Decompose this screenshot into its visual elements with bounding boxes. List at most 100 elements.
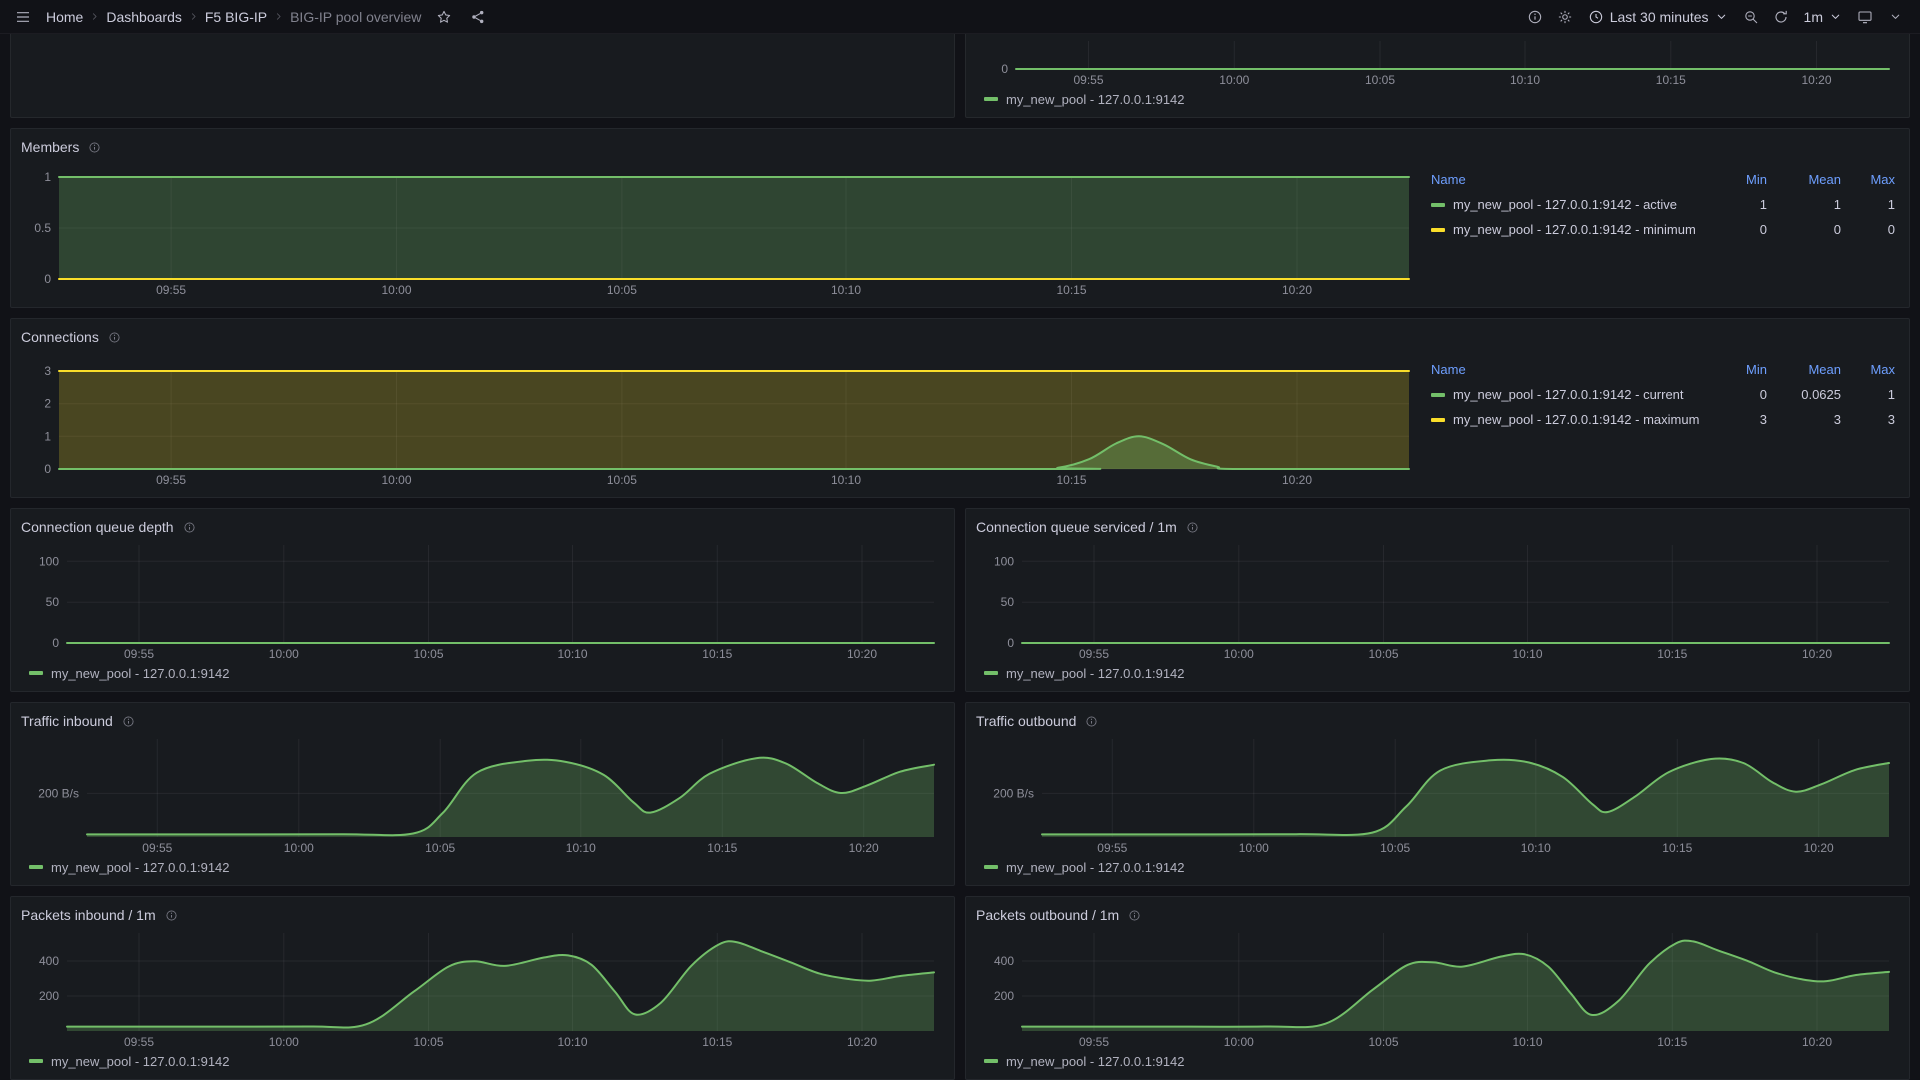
info-icon[interactable] bbox=[108, 331, 121, 344]
panel-title-traffic-inbound[interactable]: Traffic inbound bbox=[21, 713, 113, 729]
legend-col-min[interactable]: Min bbox=[1707, 172, 1767, 187]
breadcrumb-folder[interactable]: F5 BIG-IP bbox=[203, 9, 269, 25]
series-toggle[interactable]: my_new_pool - 127.0.0.1:9142 - maximum bbox=[1431, 412, 1707, 427]
series-toggle[interactable]: my_new_pool - 127.0.0.1:9142 - current bbox=[1431, 387, 1707, 402]
legend: my_new_pool - 127.0.0.1:9142 bbox=[976, 663, 1899, 683]
panel-title-traffic-outbound[interactable]: Traffic outbound bbox=[976, 713, 1076, 729]
connection-queue-serviced-chart[interactable]: 09:5510:0010:0510:1010:1510:20050100 bbox=[976, 539, 1899, 663]
share-icon[interactable] bbox=[465, 4, 491, 30]
dashboard-info-icon[interactable] bbox=[1522, 4, 1548, 30]
series-toggle[interactable]: my_new_pool - 127.0.0.1:9142 - minimum bbox=[1431, 222, 1707, 237]
stat-mean: 1 bbox=[1767, 197, 1841, 212]
series-legend-label[interactable]: my_new_pool - 127.0.0.1:9142 bbox=[1006, 92, 1185, 107]
series-name: my_new_pool - 127.0.0.1:9142 - minimum bbox=[1453, 222, 1696, 237]
traffic-inbound-chart[interactable]: 09:5510:0010:0510:1010:1510:20200 B/s bbox=[21, 733, 944, 857]
panel-title-connections[interactable]: Connections bbox=[21, 329, 99, 345]
legend: my_new_pool - 127.0.0.1:9142 bbox=[21, 1051, 944, 1071]
legend-col-max[interactable]: Max bbox=[1841, 362, 1895, 377]
info-icon[interactable] bbox=[1085, 715, 1098, 728]
monitor-icon[interactable] bbox=[1852, 4, 1878, 30]
partial-chart[interactable]: 09:5510:0010:0510:1010:1510:200 bbox=[976, 37, 1899, 89]
info-icon[interactable] bbox=[122, 715, 135, 728]
svg-text:10:05: 10:05 bbox=[425, 841, 455, 855]
svg-text:10:10: 10:10 bbox=[831, 473, 861, 487]
panel-header: Traffic outbound bbox=[976, 711, 1899, 731]
time-range-picker[interactable]: Last 30 minutes bbox=[1582, 4, 1734, 30]
series-color-marker bbox=[1431, 203, 1445, 207]
panel-title-connection-queue-depth[interactable]: Connection queue depth bbox=[21, 519, 174, 535]
legend-col-max[interactable]: Max bbox=[1841, 172, 1895, 187]
series-legend-label[interactable]: my_new_pool - 127.0.0.1:9142 bbox=[1006, 666, 1185, 681]
series-legend-label[interactable]: my_new_pool - 127.0.0.1:9142 bbox=[51, 860, 230, 875]
panel-header: Traffic inbound bbox=[21, 711, 944, 731]
series-legend-label[interactable]: my_new_pool - 127.0.0.1:9142 bbox=[51, 666, 230, 681]
svg-text:10:20: 10:20 bbox=[849, 841, 879, 855]
connection-queue-depth-chart[interactable]: 09:5510:0010:0510:1010:1510:20050100 bbox=[21, 539, 944, 663]
legend: my_new_pool - 127.0.0.1:9142 bbox=[976, 1051, 1899, 1071]
svg-text:10:15: 10:15 bbox=[707, 841, 737, 855]
stat-min: 1 bbox=[1707, 197, 1767, 212]
svg-text:10:20: 10:20 bbox=[1282, 283, 1312, 297]
legend-col-name[interactable]: Name bbox=[1431, 172, 1707, 187]
connections-chart[interactable]: 09:5510:0010:0510:1010:1510:200123 bbox=[21, 349, 1419, 489]
members-chart[interactable]: 09:5510:0010:0510:1010:1510:2000.51 bbox=[21, 159, 1419, 299]
panel-connections: Connections 09:5510:0010:0510:1010:1510:… bbox=[10, 318, 1910, 498]
packets-outbound-chart[interactable]: 09:5510:0010:0510:1010:1510:20200400 bbox=[976, 927, 1899, 1051]
svg-text:10:05: 10:05 bbox=[413, 647, 443, 661]
members-legend-table: Name Min Mean Max my_new_pool - 127.0.0.… bbox=[1419, 159, 1899, 299]
info-icon[interactable] bbox=[1186, 521, 1199, 534]
svg-text:10:05: 10:05 bbox=[413, 1035, 443, 1049]
info-icon[interactable] bbox=[1128, 909, 1141, 922]
series-color-marker bbox=[984, 1059, 998, 1063]
star-icon[interactable] bbox=[431, 4, 457, 30]
svg-text:200: 200 bbox=[39, 989, 59, 1003]
dashboard-canvas: 09:5510:0010:0510:1010:1510:200 my_new_p… bbox=[0, 34, 1920, 1080]
svg-text:200: 200 bbox=[994, 989, 1014, 1003]
breadcrumb-home[interactable]: Home bbox=[44, 9, 85, 25]
svg-text:10:05: 10:05 bbox=[1368, 647, 1398, 661]
legend-col-mean[interactable]: Mean bbox=[1767, 172, 1841, 187]
panel-title-members[interactable]: Members bbox=[21, 139, 79, 155]
svg-text:0: 0 bbox=[1007, 636, 1014, 650]
panel-header: Connection queue depth bbox=[21, 517, 944, 537]
chevron-down-icon bbox=[1715, 10, 1728, 23]
series-legend-label[interactable]: my_new_pool - 127.0.0.1:9142 bbox=[51, 1054, 230, 1069]
legend: my_new_pool - 127.0.0.1:9142 bbox=[976, 857, 1899, 877]
info-icon[interactable] bbox=[88, 141, 101, 154]
refresh-icon[interactable] bbox=[1768, 4, 1794, 30]
panel-header: Connections bbox=[21, 327, 1899, 347]
menu-toggle-icon[interactable] bbox=[10, 4, 36, 30]
chevron-right-icon bbox=[188, 11, 199, 22]
breadcrumb-dashboards[interactable]: Dashboards bbox=[104, 9, 184, 25]
legend-col-name[interactable]: Name bbox=[1431, 362, 1707, 377]
panel-traffic-outbound: Traffic outbound 09:5510:0010:0510:1010:… bbox=[965, 702, 1910, 886]
refresh-interval-picker[interactable]: 1m bbox=[1798, 4, 1848, 30]
zoom-out-icon[interactable] bbox=[1738, 4, 1764, 30]
gear-icon[interactable] bbox=[1552, 4, 1578, 30]
svg-text:0.5: 0.5 bbox=[34, 221, 51, 235]
series-legend-label[interactable]: my_new_pool - 127.0.0.1:9142 bbox=[1006, 1054, 1185, 1069]
traffic-outbound-chart[interactable]: 09:5510:0010:0510:1010:1510:20200 B/s bbox=[976, 733, 1899, 857]
svg-text:10:00: 10:00 bbox=[381, 473, 411, 487]
svg-text:10:20: 10:20 bbox=[847, 647, 877, 661]
svg-text:2: 2 bbox=[44, 397, 51, 411]
info-icon[interactable] bbox=[183, 521, 196, 534]
series-toggle[interactable]: my_new_pool - 127.0.0.1:9142 - active bbox=[1431, 197, 1707, 212]
svg-text:10:20: 10:20 bbox=[1802, 1035, 1832, 1049]
svg-text:200 B/s: 200 B/s bbox=[993, 786, 1034, 800]
chevron-down-icon[interactable] bbox=[1882, 4, 1908, 30]
series-legend-label[interactable]: my_new_pool - 127.0.0.1:9142 bbox=[1006, 860, 1185, 875]
panel-title-packets-outbound[interactable]: Packets outbound / 1m bbox=[976, 907, 1119, 923]
svg-text:10:10: 10:10 bbox=[831, 283, 861, 297]
info-icon[interactable] bbox=[165, 909, 178, 922]
svg-text:0: 0 bbox=[44, 462, 51, 476]
legend-col-mean[interactable]: Mean bbox=[1767, 362, 1841, 377]
panel-title-packets-inbound[interactable]: Packets inbound / 1m bbox=[21, 907, 156, 923]
panel-header: Packets inbound / 1m bbox=[21, 905, 944, 925]
svg-text:10:15: 10:15 bbox=[1056, 473, 1086, 487]
panel-packets-outbound: Packets outbound / 1m 09:5510:0010:0510:… bbox=[965, 896, 1910, 1080]
packets-inbound-chart[interactable]: 09:5510:0010:0510:1010:1510:20200400 bbox=[21, 927, 944, 1051]
panel-title-connection-queue-serviced[interactable]: Connection queue serviced / 1m bbox=[976, 519, 1177, 535]
svg-text:10:00: 10:00 bbox=[284, 841, 314, 855]
legend-col-min[interactable]: Min bbox=[1707, 362, 1767, 377]
